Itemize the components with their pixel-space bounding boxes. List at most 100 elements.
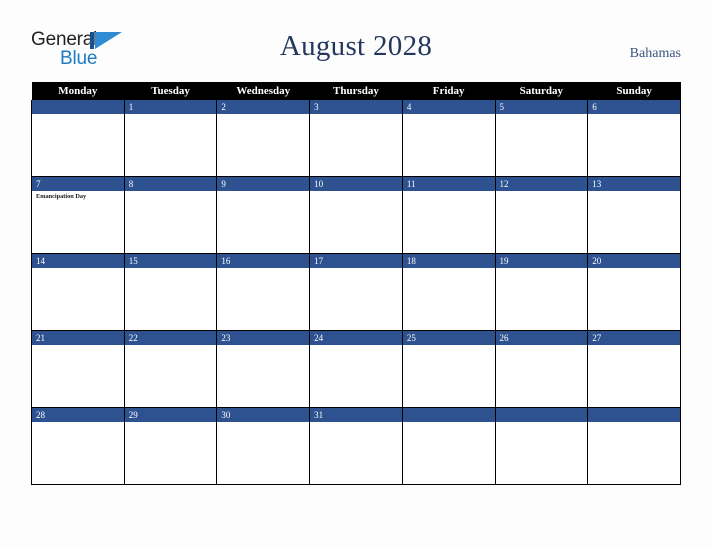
day-number: 23 (217, 331, 309, 345)
day-number: 4 (403, 100, 495, 114)
calendar-day-cell[interactable]: 16 (216, 253, 311, 331)
calendar-day-cell[interactable]: 25 (401, 330, 496, 408)
calendar-day-cell[interactable]: 9 (216, 176, 311, 254)
day-number: 7 (32, 177, 124, 191)
calendar-week-row: 14 15 16 17 18 19 20 (31, 253, 681, 331)
day-number: 29 (125, 408, 216, 422)
day-number (403, 408, 495, 422)
calendar-day-cell[interactable]: 27 (587, 330, 681, 408)
day-events-area (125, 114, 216, 175)
day-events-area (32, 268, 123, 329)
calendar-day-cell[interactable]: 23 (216, 330, 311, 408)
day-events-area (218, 345, 309, 406)
day-number (32, 100, 124, 114)
calendar-day-cell[interactable]: 28 (31, 407, 125, 485)
day-events-area (589, 422, 680, 483)
day-number: 16 (217, 254, 309, 268)
day-number: 2 (217, 100, 309, 114)
calendar-day-cell[interactable]: 7 Emancipation Day (31, 176, 125, 254)
day-number (496, 408, 587, 422)
weekday-header-thursday: Thursday (309, 82, 403, 100)
calendar-day-cell[interactable]: 5 (494, 100, 589, 177)
day-number: 19 (496, 254, 587, 268)
calendar-day-cell[interactable]: 2 (216, 100, 311, 177)
day-events-area (496, 345, 587, 406)
calendar-empty-cell[interactable] (31, 100, 125, 177)
day-events-area (589, 345, 680, 406)
day-events-area (218, 191, 309, 252)
day-number (588, 408, 680, 422)
weekday-header-tuesday: Tuesday (124, 82, 217, 100)
calendar-day-cell[interactable]: 8 (123, 176, 218, 254)
day-number: 28 (32, 408, 124, 422)
day-number: 8 (125, 177, 216, 191)
page-header: General Blue August 2028 Bahamas (0, 0, 712, 82)
day-number: 9 (217, 177, 309, 191)
calendar-body: 1 2 3 4 5 6 7 Emancipation Day 8 9 10 11 12 13 14 15 16 1… (31, 100, 681, 485)
day-events-area (496, 191, 587, 252)
calendar-day-cell[interactable]: 24 (309, 330, 403, 408)
day-number: 6 (588, 100, 680, 114)
calendar-empty-cell[interactable] (401, 407, 496, 485)
calendar-day-cell[interactable]: 6 (587, 100, 681, 177)
day-number: 20 (588, 254, 680, 268)
day-number: 27 (588, 331, 680, 345)
day-number: 24 (310, 331, 402, 345)
calendar-week-row: 7 Emancipation Day 8 9 10 11 12 13 (31, 176, 681, 254)
calendar-day-cell[interactable]: 3 (309, 100, 403, 177)
calendar-week-row: 123456 (31, 100, 681, 177)
day-number: 5 (496, 100, 587, 114)
calendar-day-cell[interactable]: 19 (494, 253, 589, 331)
day-events-area (125, 268, 216, 329)
calendar-day-cell[interactable]: 17 (309, 253, 403, 331)
day-events-area (403, 114, 494, 175)
day-number: 17 (310, 254, 402, 268)
day-events-area (218, 114, 309, 175)
day-events-area (311, 191, 402, 252)
weekday-header-saturday: Saturday (495, 82, 588, 100)
calendar-day-cell[interactable]: 11 (401, 176, 496, 254)
day-events-area (496, 268, 587, 329)
calendar-week-row: 21 22 23 24 25 26 27 (31, 330, 681, 408)
calendar-empty-cell[interactable] (494, 407, 589, 485)
calendar-day-cell[interactable]: 13 (587, 176, 681, 254)
calendar-day-cell[interactable]: 29 (123, 407, 218, 485)
day-events-area (403, 268, 494, 329)
calendar-day-cell[interactable]: 12 (494, 176, 589, 254)
calendar-day-cell[interactable]: 21 (31, 330, 125, 408)
day-number: 30 (217, 408, 309, 422)
day-events-area (589, 191, 680, 252)
day-number: 15 (125, 254, 216, 268)
calendar-day-cell[interactable]: 10 (309, 176, 403, 254)
calendar-day-cell[interactable]: 14 (31, 253, 125, 331)
day-events-area (32, 345, 123, 406)
calendar-day-cell[interactable]: 4 (401, 100, 496, 177)
day-number: 18 (403, 254, 495, 268)
day-events-area: Emancipation Day (32, 191, 123, 252)
day-number: 12 (496, 177, 587, 191)
day-events-area (218, 422, 309, 483)
day-number: 3 (310, 100, 402, 114)
day-number: 21 (32, 331, 124, 345)
day-number: 13 (588, 177, 680, 191)
weekday-header-row: Monday Tuesday Wednesday Thursday Friday… (31, 82, 681, 100)
calendar-day-cell[interactable]: 31 (309, 407, 403, 485)
day-number: 1 (125, 100, 216, 114)
calendar-day-cell[interactable]: 20 (587, 253, 681, 331)
day-events-area (589, 268, 680, 329)
holiday-event-label: Emancipation Day (36, 193, 87, 200)
day-number: 14 (32, 254, 124, 268)
day-events-area (125, 345, 216, 406)
weekday-header-monday: Monday (31, 82, 125, 100)
day-events-area (218, 268, 309, 329)
calendar-day-cell[interactable]: 30 (216, 407, 311, 485)
calendar-day-cell[interactable]: 22 (123, 330, 218, 408)
calendar-day-cell[interactable]: 26 (494, 330, 589, 408)
day-events-area (311, 345, 402, 406)
calendar-day-cell[interactable]: 15 (123, 253, 218, 331)
calendar-empty-cell[interactable] (587, 407, 681, 485)
day-events-area (311, 422, 402, 483)
calendar-day-cell[interactable]: 18 (401, 253, 496, 331)
calendar-day-cell[interactable]: 1 (123, 100, 218, 177)
weekday-header-friday: Friday (402, 82, 496, 100)
